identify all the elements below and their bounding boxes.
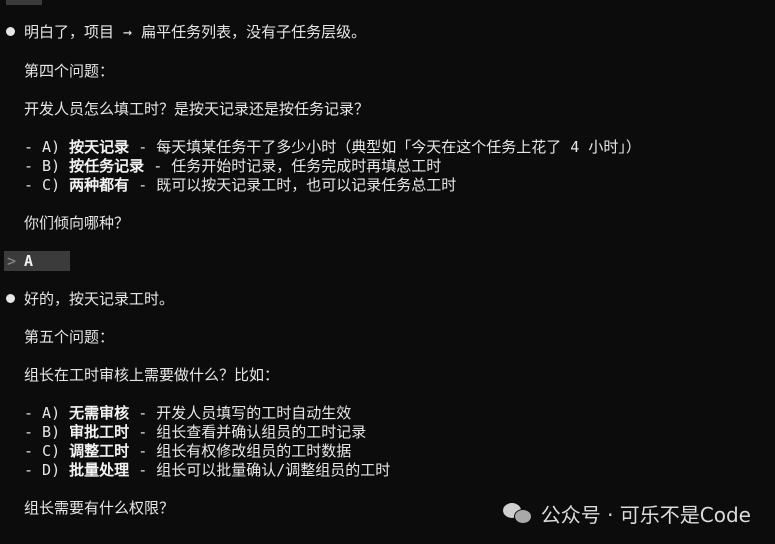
option-desc: - 每天填某任务干了多少小时（典型如「今天在这个任务上花了 4 小时」）: [129, 138, 641, 156]
option-a: - A) 无需审核 - 开发人员填写的工时自动生效: [24, 403, 351, 423]
option-title: 审批工时: [69, 423, 130, 441]
message-bullet: [6, 294, 15, 303]
option-key: - D): [24, 461, 61, 479]
option-title: 批量处理: [69, 461, 130, 479]
option-key: - B): [24, 157, 61, 175]
closing-question: 组长需要有什么权限？: [24, 499, 175, 517]
watermark: 公众号 · 可乐不是Code: [502, 500, 751, 527]
option-key: - A): [24, 138, 61, 156]
option-desc: - 组长查看并确认组员的工时记录: [129, 423, 367, 441]
option-title: 调整工时: [69, 442, 130, 460]
previous-input-stub: [6, 0, 42, 5]
option-key: - B): [24, 423, 61, 441]
wechat-icon: [502, 502, 533, 524]
option-desc: - 组长有权修改组员的工时数据: [129, 442, 352, 460]
option-key: - C): [24, 442, 61, 460]
option-a: - A) 按天记录 - 每天填某任务干了多少小时（典型如「今天在这个任务上花了 …: [24, 137, 641, 157]
watermark-text: 公众号 · 可乐不是Code: [540, 502, 751, 527]
question-prompt: 你们倾向哪种？: [24, 214, 130, 232]
option-key: - A): [24, 404, 61, 422]
question-text: 组长在工时审核上需要做什么？比如：: [24, 366, 280, 384]
option-title: 两种都有: [69, 176, 130, 194]
option-desc: - 既可以按天记录工时，也可以记录任务总工时: [129, 176, 457, 194]
prompt-symbol: >: [7, 252, 17, 270]
user-input-block: > A: [4, 251, 70, 271]
option-key: - C): [24, 176, 61, 194]
option-desc: - 任务开始时记录，任务完成时再填总工时: [144, 157, 442, 175]
question-heading: 第四个问题：: [24, 62, 115, 80]
reply-lead: 好的，按天记录工时。: [24, 290, 175, 308]
question-heading: 第五个问题：: [24, 328, 115, 346]
option-title: 按天记录: [69, 138, 130, 156]
message-bullet: [6, 27, 15, 36]
option-b: - B) 按任务记录 - 任务开始时记录，任务完成时再填总工时: [24, 156, 441, 176]
question-text: 开发人员怎么填工时？是按天记录还是按任务记录？: [24, 100, 370, 118]
option-c: - C) 调整工时 - 组长有权修改组员的工时数据: [24, 441, 351, 461]
option-c: - C) 两种都有 - 既可以按天记录工时，也可以记录任务总工时: [24, 175, 456, 195]
option-b: - B) 审批工时 - 组长查看并确认组员的工时记录: [24, 422, 366, 442]
option-desc: - 组长可以批量确认/调整组员的工时: [129, 461, 391, 479]
message-text: 明白了，项目 → 扁平任务列表，没有子任务层级。: [24, 23, 367, 41]
option-d: - D) 批量处理 - 组长可以批量确认/调整组员的工时: [24, 460, 390, 480]
option-title: 无需审核: [69, 404, 130, 422]
user-answer: A: [24, 252, 34, 270]
option-desc: - 开发人员填写的工时自动生效: [129, 404, 352, 422]
option-title: 按任务记录: [69, 157, 145, 175]
